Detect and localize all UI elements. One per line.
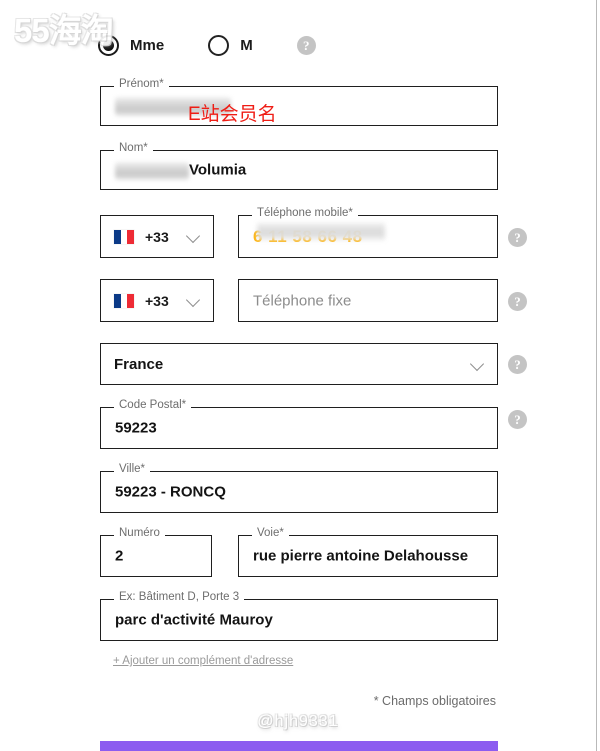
radio-mme-label: Mme bbox=[130, 36, 165, 54]
address-complement-field[interactable]: Ex: Bâtiment D, Porte 3 parc d'activité … bbox=[100, 591, 498, 641]
street-label: Voie* bbox=[252, 527, 289, 540]
address-complement-label: Ex: Bâtiment D, Porte 3 bbox=[114, 591, 245, 604]
city-field[interactable]: Ville* 59223 - RONCQ bbox=[100, 463, 498, 513]
help-icon-postal-code[interactable]: ? bbox=[508, 410, 527, 429]
street-value: rue pierre antoine Delahousse bbox=[253, 547, 469, 565]
lastname-redaction bbox=[115, 162, 189, 180]
mobile-country-inner: +33 bbox=[101, 216, 213, 257]
mobile-redaction bbox=[257, 223, 385, 240]
form-page: 55海淘 @hjh9331 Mme M ? Prénom* E站会员名 Nom*… bbox=[0, 0, 597, 751]
lastname-label: Nom* bbox=[114, 142, 153, 155]
country-select[interactable]: France bbox=[100, 343, 498, 385]
help-icon-gender[interactable]: ? bbox=[296, 35, 316, 55]
mobile-dial-code: +33 bbox=[145, 228, 169, 245]
fr-flag-icon bbox=[114, 229, 134, 244]
street-number-field[interactable]: Numéro 2 bbox=[100, 527, 212, 577]
mobile-field[interactable]: Téléphone mobile* 6 11 58 66 48 bbox=[238, 207, 498, 258]
street-number-value: 2 bbox=[115, 547, 124, 565]
firstname-annotation: E站会员名 bbox=[188, 104, 277, 125]
user-watermark: @hjh9331 bbox=[257, 713, 339, 730]
address-complement-value: parc d'activité Mauroy bbox=[115, 611, 273, 629]
mobile-label: Téléphone mobile* bbox=[252, 207, 358, 220]
firstname-field[interactable]: Prénom* bbox=[100, 78, 498, 126]
city-label: Ville* bbox=[114, 463, 150, 476]
radio-mme[interactable] bbox=[98, 34, 119, 56]
gender-radio-group: Mme M ? bbox=[98, 33, 316, 57]
country-value: France bbox=[114, 355, 164, 373]
chevron-down-icon bbox=[187, 294, 200, 307]
radio-m[interactable] bbox=[208, 34, 230, 56]
chevron-down-icon bbox=[187, 230, 200, 243]
mobile-country-select[interactable]: +33 bbox=[100, 215, 214, 258]
postal-code-label: Code Postal* bbox=[114, 399, 192, 412]
street-number-label: Numéro bbox=[114, 527, 165, 540]
postal-code-value: 59223 bbox=[115, 419, 157, 437]
chevron-down-icon bbox=[471, 358, 484, 371]
landline-dial-code: +33 bbox=[145, 292, 169, 309]
city-value: 59223 - RONCQ bbox=[115, 483, 226, 501]
required-fields-note: * Champs obligatoires bbox=[373, 694, 496, 708]
landline-country-inner: +33 bbox=[101, 280, 213, 321]
add-address-complement-link[interactable]: + Ajouter un complément d'adresse bbox=[113, 655, 293, 667]
landline-country-select[interactable]: +33 bbox=[100, 279, 214, 322]
help-icon-country[interactable]: ? bbox=[508, 355, 527, 374]
country-select-inner: France bbox=[101, 344, 497, 384]
submit-button[interactable] bbox=[100, 741, 498, 751]
firstname-label: Prénom* bbox=[114, 78, 169, 91]
help-icon-landline[interactable]: ? bbox=[508, 292, 527, 311]
lastname-field[interactable]: Nom* Volumia bbox=[100, 142, 498, 190]
fr-flag-icon bbox=[114, 293, 134, 308]
landline-placeholder: Téléphone fixe bbox=[253, 292, 352, 309]
landline-field[interactable]: Téléphone fixe bbox=[238, 279, 498, 322]
radio-m-label: M bbox=[240, 36, 253, 54]
help-icon-mobile[interactable]: ? bbox=[508, 228, 527, 247]
lastname-value: Volumia bbox=[189, 161, 247, 179]
street-field[interactable]: Voie* rue pierre antoine Delahousse bbox=[238, 527, 498, 577]
postal-code-field[interactable]: Code Postal* 59223 bbox=[100, 399, 498, 449]
